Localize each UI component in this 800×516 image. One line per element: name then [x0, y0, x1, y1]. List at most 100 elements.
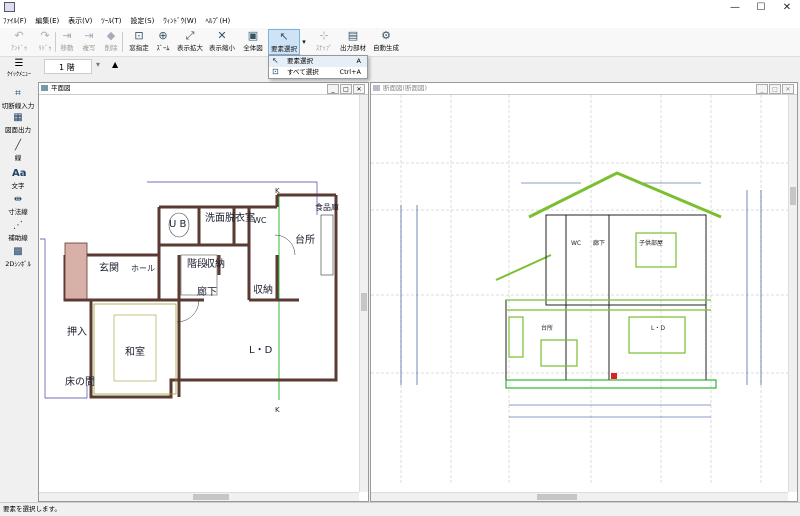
room-label-hall: ホール	[131, 264, 155, 273]
section-canvas[interactable]: WC 廊下 子供部屋 台所 L・D	[371, 95, 788, 493]
dimension-icon: ⇹	[13, 194, 23, 205]
plan-minimize-button[interactable]: _	[327, 84, 339, 94]
menu-item-select-all[interactable]: ⊡ すべて選択 Ctrl+A	[269, 67, 367, 78]
room-label-tokonoma: 床の間	[65, 375, 95, 388]
section-vscroll-thumb[interactable]	[790, 187, 796, 205]
full-view-icon: ▣	[247, 29, 259, 42]
section-window: 断面図(断面図) _ □ ✕ WC 廊下 子供部屋 台所 L・D	[370, 82, 798, 502]
eraser-icon: ◆	[106, 29, 116, 42]
section-horizontal-scrollbar[interactable]	[371, 492, 788, 501]
zoom-in-button[interactable]: ⤢ 表示拡大	[173, 29, 207, 55]
undo-icon: ↶	[14, 29, 24, 42]
floor-up-icon[interactable]: ▲	[112, 60, 118, 69]
room-label-washroom: 洗面脱衣室	[205, 211, 255, 224]
menu-tools[interactable]: ﾂｰﾙ(T)	[98, 15, 124, 28]
select-dropdown-menu: ↖ 要素選択 A ⊡ すべて選択 Ctrl+A	[268, 55, 368, 79]
plan-vscroll-thumb[interactable]	[361, 293, 367, 311]
magnifier-icon: ⊕	[158, 29, 168, 42]
status-bar: 要素を選択します。	[0, 502, 800, 515]
parts-icon: ▤	[347, 29, 359, 42]
zoom-out-button[interactable]: ✕ 表示縮小	[205, 29, 239, 55]
line-icon: ╱	[14, 140, 22, 151]
room-label-kitchen: 台所	[295, 233, 315, 246]
expand-icon: ⤢	[185, 29, 195, 42]
text-button[interactable]: Aa 文字	[0, 168, 36, 190]
select-element-button[interactable]: ↖ 要素選択	[268, 29, 300, 55]
menu-item-select-element[interactable]: ↖ 要素選択 A	[269, 56, 367, 67]
plan-window-titlebar: 平面図 _ □ ✕	[39, 83, 368, 95]
cut-mark-bottom: K	[275, 406, 280, 414]
minimize-button[interactable]: —	[722, 0, 748, 15]
room-label-ld: L・D	[249, 345, 273, 356]
cut-line-icon: ⌗	[15, 88, 21, 99]
maximize-button[interactable]: ☐	[748, 0, 774, 15]
section-label-closet: 子供部屋	[639, 239, 663, 247]
section-hscroll-thumb[interactable]	[537, 494, 577, 500]
kitchen-counter	[320, 214, 334, 276]
section-vertical-scrollbar[interactable]	[788, 95, 797, 492]
section-label-ld: L・D	[651, 325, 665, 332]
room-label-foodstore: 食品庫	[315, 202, 339, 212]
section-label-corridor: 廊下	[593, 239, 605, 247]
menu-file[interactable]: ﾌｧｲﾙ(F)	[0, 15, 30, 28]
menu-edit[interactable]: 編集(E)	[32, 15, 62, 28]
entrance-step	[64, 242, 88, 300]
plan-vertical-scrollbar[interactable]	[359, 95, 368, 492]
auto-generate-icon: ⚙	[381, 29, 391, 42]
section-window-titlebar: 断面図(断面図) _ □ ✕	[371, 83, 797, 95]
shrink-icon: ✕	[217, 29, 227, 42]
2d-symbol-button[interactable]: ▩ 2Dｼﾝﾎﾞﾙ	[0, 246, 36, 268]
plan-maximize-button[interactable]: □	[340, 84, 352, 94]
dimension-line-button[interactable]: ⇹ 寸法線	[0, 194, 36, 216]
foundation	[505, 379, 717, 389]
menu-bar: ﾌｧｲﾙ(F) 編集(E) 表示(V) ﾂｰﾙ(T) 設定(S) ｳｨﾝﾄﾞｳ(…	[0, 15, 800, 29]
room-label-storage2: 収納	[253, 283, 273, 296]
menu-view[interactable]: 表示(V)	[65, 15, 95, 28]
section-close-button[interactable]: ✕	[782, 84, 794, 94]
close-button[interactable]: ✕	[774, 0, 800, 15]
cut-line-input-button[interactable]: ⌗ 切断線入力	[0, 88, 36, 110]
plan-close-button[interactable]: ✕	[353, 84, 365, 94]
room-label-genkan: 玄関	[99, 261, 119, 274]
drawing-output-icon: ▦	[13, 112, 23, 123]
left-sidebar: ⌗ 切断線入力 ▦ 図面出力 ╱ 線 Aa 文字 ⇹ 寸法線 ⋰ 補助線 ▩ 2Dｼﾝﾎﾞﾙ	[0, 82, 36, 502]
floor-plan-canvas[interactable]: 玄関 ホール U B 洗面脱衣室 WC 食品庫 台所 階段 収納 廊下 収納 押…	[39, 95, 359, 493]
roof-line	[528, 171, 722, 219]
menu-settings[interactable]: 設定(S)	[127, 15, 157, 28]
auxiliary-line-button[interactable]: ⋰ 補助線	[0, 220, 36, 242]
window-icon	[41, 85, 48, 91]
floor-selector[interactable]: 1 階	[44, 59, 92, 74]
text-icon: Aa	[12, 168, 27, 179]
chevron-down-icon: ▾	[302, 38, 306, 46]
window-icon	[373, 85, 380, 91]
full-view-button[interactable]: ▣ 全体図	[236, 29, 270, 55]
quick-menu-button[interactable]: ☰ ｸｲｯｸﾒﾆｭｰ	[4, 58, 34, 78]
window-zoom-icon: ⊡	[134, 29, 144, 42]
room-label-stairs: 階段	[187, 257, 207, 270]
section-grid	[371, 95, 788, 485]
status-text: 要素を選択します。	[3, 505, 61, 513]
hamburger-icon: ☰	[14, 58, 24, 69]
plan-window: 平面図 _ □ ✕ 玄関 ホール U B 洗面脱衣室 WC 食品庫 台所 階段 …	[38, 82, 369, 502]
plan-hscroll-thumb[interactable]	[193, 494, 229, 500]
plan-horizontal-scrollbar[interactable]	[39, 492, 359, 501]
section-label-kitchen: 台所	[541, 324, 553, 332]
room-label-wc: WC	[253, 216, 267, 225]
lower-roof-line	[495, 254, 552, 281]
menu-help[interactable]: ﾍﾙﾌﾟ(H)	[202, 15, 233, 28]
section-minimize-button[interactable]: _	[756, 84, 768, 94]
floor-dropdown-icon[interactable]: ▾	[96, 60, 100, 69]
auxiliary-line-icon: ⋰	[13, 220, 23, 231]
drawing-output-button[interactable]: ▦ 図面出力	[0, 112, 36, 134]
cursor-arrow-icon: ↖	[272, 56, 279, 65]
output-parts-button[interactable]: ▤ 出力部材	[336, 29, 370, 55]
section-label-wc: WC	[571, 240, 581, 247]
section-maximize-button[interactable]: □	[769, 84, 781, 94]
section-marker	[611, 373, 617, 379]
select-all-icon: ⊡	[272, 67, 279, 76]
room-label-corridor: 廊下	[197, 285, 217, 298]
plan-guide-line	[147, 181, 318, 215]
line-button[interactable]: ╱ 線	[0, 140, 36, 162]
auto-generate-button[interactable]: ⚙ 自動生成	[369, 29, 403, 55]
menu-window[interactable]: ｳｨﾝﾄﾞｳ(W)	[160, 15, 199, 28]
